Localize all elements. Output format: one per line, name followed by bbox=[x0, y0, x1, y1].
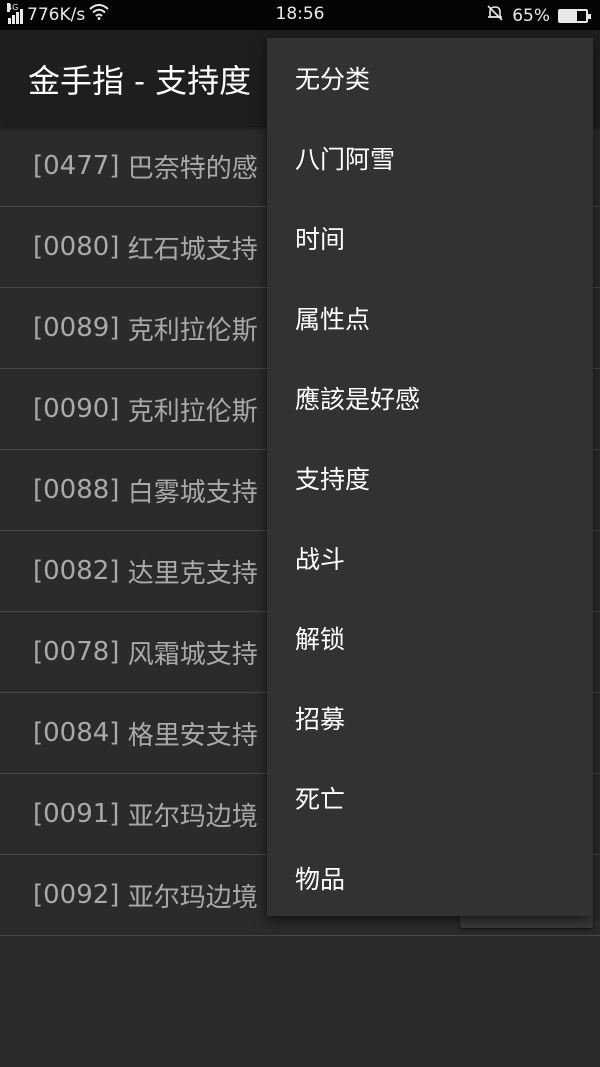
item-code: [0080] bbox=[33, 232, 120, 262]
item-label: 红石城支持 bbox=[127, 234, 258, 265]
menu-item-bamen-axue[interactable]: 八门阿雪 bbox=[267, 118, 593, 198]
menu-item-recruit[interactable]: 招募 bbox=[267, 678, 593, 758]
menu-item-attribute-points[interactable]: 属性点 bbox=[267, 278, 593, 358]
item-code: [0090] bbox=[33, 394, 120, 424]
item-code: [0091] bbox=[33, 799, 120, 829]
battery-percent: 65% bbox=[512, 5, 550, 26]
battery-icon bbox=[558, 8, 591, 23]
item-code: [0092] bbox=[33, 880, 120, 910]
item-label: 亚尔玛边境 bbox=[127, 882, 258, 913]
item-label: 格里安支持 bbox=[127, 720, 258, 751]
menu-item-unlock[interactable]: 解锁 bbox=[267, 598, 593, 678]
item-label: 白雾城支持 bbox=[127, 477, 258, 508]
item-label: 亚尔玛边境 bbox=[127, 801, 258, 832]
battery-level bbox=[560, 10, 577, 21]
item-code: [0088] bbox=[33, 475, 120, 505]
item-code: [0477] bbox=[33, 151, 120, 181]
menu-item-support[interactable]: 支持度 bbox=[267, 438, 593, 518]
menu-item-time[interactable]: 时间 bbox=[267, 198, 593, 278]
item-label: 风霜城支持 bbox=[127, 639, 258, 670]
status-bar: 4G 776K/s 18:56 65% bbox=[0, 0, 600, 30]
bell-muted-icon bbox=[486, 4, 504, 27]
menu-item-items[interactable]: 物品 bbox=[267, 838, 593, 918]
item-code: [0089] bbox=[33, 313, 120, 343]
status-right: 65% bbox=[486, 4, 591, 27]
menu-item-battle[interactable]: 战斗 bbox=[267, 518, 593, 598]
screen: 4G 776K/s 18:56 65% 金手指 - 支持度 [0477] 巴奈特… bbox=[0, 0, 600, 1067]
item-code: [0084] bbox=[33, 718, 120, 748]
item-code: [0078] bbox=[33, 637, 120, 667]
item-label: 达里克支持 bbox=[127, 558, 258, 589]
menu-item-uncategorized[interactable]: 无分类 bbox=[267, 38, 593, 118]
item-label: 克利拉伦斯 bbox=[127, 315, 258, 346]
item-label: 巴奈特的感 bbox=[127, 153, 258, 184]
menu-item-death[interactable]: 死亡 bbox=[267, 758, 593, 838]
item-code: [0082] bbox=[33, 556, 120, 586]
menu-item-affection[interactable]: 應該是好感 bbox=[267, 358, 593, 438]
page-title: 金手指 - 支持度 bbox=[28, 62, 252, 100]
category-popup-menu: 无分类 八门阿雪 时间 属性点 應該是好感 支持度 战斗 解锁 招募 死亡 物品 bbox=[267, 38, 593, 916]
item-label: 克利拉伦斯 bbox=[127, 396, 258, 427]
